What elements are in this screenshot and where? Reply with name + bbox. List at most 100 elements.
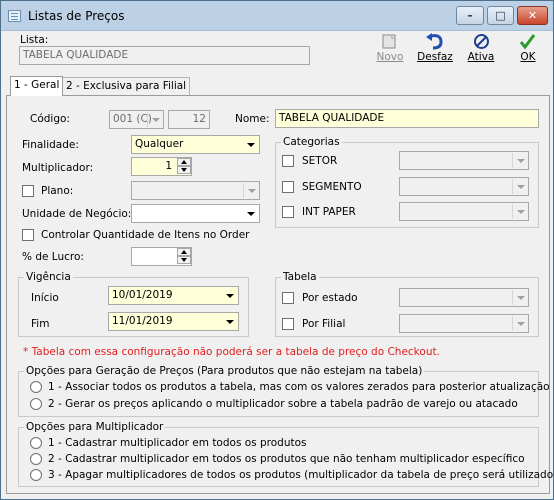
geracao-option-1-radio[interactable]: [30, 381, 42, 393]
plano-select[interactable]: [131, 181, 260, 200]
finalidade-select[interactable]: Qualquer: [131, 135, 260, 154]
window-title: Listas de Preços: [28, 9, 125, 23]
chevron-down-icon: [243, 137, 258, 152]
lista-field[interactable]: TABELA QUALIDADE: [19, 46, 310, 65]
minimize-button[interactable]: –: [456, 6, 484, 25]
chevron-down-icon: [512, 204, 527, 219]
chevron-down-icon: [512, 153, 527, 168]
tab-exclusiva-filial-label: 2 - Exclusiva para Filial: [66, 80, 187, 92]
multiplicador-spin[interactable]: [177, 158, 191, 175]
codigo-number-field[interactable]: 12: [168, 110, 210, 129]
maximize-button[interactable]: □: [487, 6, 514, 25]
multiplicador-label: Multiplicador:: [22, 162, 94, 174]
por-filial-label: Por Filial: [302, 318, 346, 330]
checkmark-icon: [506, 32, 550, 50]
fim-date-picker[interactable]: 11/01/2019: [108, 312, 239, 331]
int-paper-select[interactable]: [399, 202, 529, 221]
geracao-option-2-label: 2 - Gerar os preços aplicando o multipli…: [48, 398, 518, 410]
int-paper-checkbox[interactable]: [282, 206, 294, 218]
por-estado-select[interactable]: [399, 288, 529, 307]
segmento-select[interactable]: [399, 177, 529, 196]
opcoes-multiplicador-group: Opções para Multiplicador 1 - Cadastrar …: [18, 421, 554, 487]
mult-option-2-radio[interactable]: [30, 453, 42, 465]
por-filial-select[interactable]: [399, 314, 529, 333]
unidade-label: Unidade de Negócio:: [22, 208, 132, 220]
block-icon: [459, 32, 503, 50]
tab-geral-label: 1 - Geral: [14, 79, 60, 91]
desfaz-button[interactable]: Desfaz: [413, 32, 457, 63]
categorias-group: Categorias SETOR SEGMENTO INT PAPER: [275, 136, 539, 228]
multiplicador-stepper[interactable]: 1: [131, 157, 192, 176]
vigencia-title: Vigência: [24, 271, 73, 283]
maximize-icon: □: [495, 9, 506, 22]
chevron-down-icon: [512, 179, 527, 194]
finalidade-value: Qualquer: [135, 138, 184, 150]
geracao-precos-group: Opções para Geração de Preços (Para prod…: [18, 365, 550, 417]
nome-field[interactable]: TABELA QUALIDADE: [275, 109, 539, 128]
chevron-down-icon: [147, 112, 162, 127]
novo-label: Novo: [376, 51, 404, 63]
unidade-select[interactable]: [131, 204, 260, 223]
codigo-combo[interactable]: 001 (C): [109, 110, 164, 129]
ativa-label: Ativa: [467, 51, 495, 63]
mult-option-1-label: 1 - Cadastrar multiplicador em todos os …: [48, 437, 307, 449]
lucro-spin[interactable]: [177, 248, 191, 265]
undo-icon: [413, 32, 457, 50]
chevron-down-icon: [512, 290, 527, 305]
mult-option-3-label: 3 - Apagar multiplicadores de todos os p…: [48, 469, 554, 481]
inicio-value: 10/01/2019: [112, 289, 173, 301]
categorias-title: Categorias: [281, 136, 342, 148]
tab-panel-geral: Código: 001 (C) 12 Nome: TABELA QUALIDAD…: [6, 95, 554, 494]
spin-up-icon[interactable]: [177, 248, 191, 256]
vigencia-group: Vigência Início 10/01/2019 Fim 11/01/201…: [18, 271, 249, 337]
multiplicador-value: 1: [165, 160, 172, 172]
new-document-icon: [368, 32, 412, 50]
codigo-label: Código:: [30, 113, 70, 125]
chevron-down-icon: [222, 314, 237, 329]
setor-label: SETOR: [302, 155, 338, 167]
spin-down-icon[interactable]: [177, 256, 191, 264]
ok-button[interactable]: OK: [506, 32, 550, 63]
mult-option-2-label: 2 - Cadastrar multiplicador em todos os …: [48, 453, 525, 465]
por-estado-label: Por estado: [302, 292, 358, 304]
int-paper-label: INT PAPER: [302, 206, 356, 218]
novo-button[interactable]: Novo: [368, 32, 412, 63]
tab-exclusiva-filial[interactable]: 2 - Exclusiva para Filial: [62, 77, 191, 95]
spin-down-icon[interactable]: [177, 166, 191, 174]
geracao-option-2-radio[interactable]: [30, 398, 42, 410]
nome-label: Nome:: [235, 113, 270, 125]
chevron-down-icon: [222, 288, 237, 303]
mult-option-3-radio[interactable]: [30, 469, 42, 481]
spin-up-icon[interactable]: [177, 158, 191, 166]
tab-geral[interactable]: 1 - Geral: [10, 76, 64, 96]
inicio-date-picker[interactable]: 10/01/2019: [108, 286, 239, 305]
ativa-button[interactable]: Ativa: [459, 32, 503, 63]
plano-label: Plano:: [41, 185, 74, 197]
ok-label: OK: [520, 51, 536, 63]
desfaz-label: Desfaz: [417, 51, 453, 63]
por-estado-checkbox[interactable]: [282, 292, 294, 304]
tabela-group: Tabela Por estado Por Filial: [275, 271, 539, 337]
chevron-down-icon: [243, 206, 258, 221]
tabela-title: Tabela: [281, 271, 319, 283]
chevron-down-icon: [243, 183, 258, 198]
segmento-checkbox[interactable]: [282, 181, 294, 193]
close-button[interactable]: ✕: [517, 6, 548, 25]
lucro-stepper[interactable]: [131, 247, 192, 266]
setor-checkbox[interactable]: [282, 155, 294, 167]
mult-option-1-radio[interactable]: [30, 437, 42, 449]
app-icon: [8, 10, 21, 22]
checkout-warning: * Tabela com essa configuração não poder…: [23, 346, 440, 358]
fim-label: Fim: [31, 318, 50, 330]
lista-label: Lista:: [20, 34, 49, 46]
inicio-label: Início: [31, 292, 59, 304]
segmento-label: SEGMENTO: [302, 181, 362, 193]
minimize-icon: –: [467, 9, 473, 22]
opcoes-multiplicador-title: Opções para Multiplicador: [24, 421, 166, 433]
por-filial-checkbox[interactable]: [282, 318, 294, 330]
controlar-checkbox[interactable]: [22, 229, 34, 241]
geracao-option-1-label: 1 - Associar todos os produtos a tabela,…: [48, 381, 550, 393]
plano-checkbox[interactable]: [22, 185, 34, 197]
geracao-precos-title: Opções para Geração de Preços (Para prod…: [24, 365, 425, 377]
setor-select[interactable]: [399, 151, 529, 170]
